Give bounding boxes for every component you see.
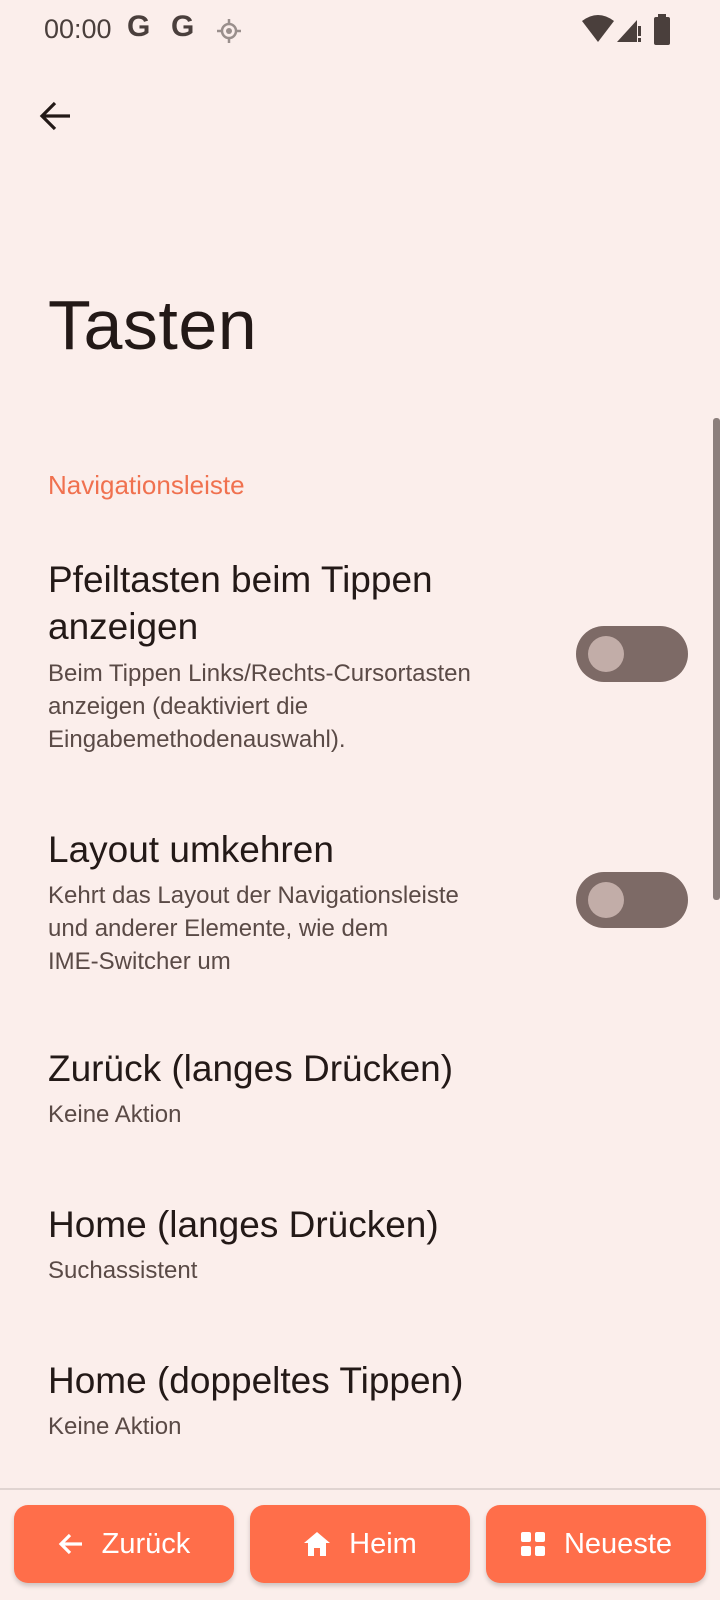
- page-title: Tasten: [48, 286, 258, 364]
- recent-button-label: Neueste: [563, 1527, 672, 1560]
- pref-arrow-keys[interactable]: Pfeiltasten beim Tippen anzeigen Beim Ti…: [0, 556, 720, 756]
- wifi-icon: [582, 15, 614, 42]
- pref-summary-line: Beim Tippen Links/Rechts-Cursortasten: [48, 660, 471, 687]
- recents-grid-icon: [520, 1531, 546, 1557]
- location-icon: [217, 19, 241, 43]
- pref-summary-line: anzeigen (deaktiviert die: [48, 693, 309, 720]
- pref-title: Layout umkehren: [48, 829, 334, 870]
- status-time: 00:00: [44, 14, 112, 44]
- back-button-label: Zurück: [101, 1527, 191, 1560]
- pref-summary: Keine Aktion: [48, 1101, 182, 1128]
- pref-summary-line: und anderer Elemente, wie dem: [48, 915, 389, 942]
- pref-summary: Keine Aktion: [48, 1413, 182, 1440]
- pref-summary: Suchassistent: [48, 1257, 198, 1284]
- home-button[interactable]: Heim: [250, 1505, 470, 1583]
- pref-title: Zurück (langes Drücken): [48, 1048, 454, 1089]
- recent-button[interactable]: Neueste: [486, 1505, 706, 1583]
- pref-back-long-press[interactable]: Zurück (langes Drücken) Keine Aktion: [0, 1045, 720, 1135]
- bottom-divider: [0, 1488, 720, 1490]
- invert-layout-switch[interactable]: [576, 872, 688, 928]
- arrow-left-icon: [58, 1531, 84, 1557]
- google-icon: G: [171, 10, 195, 43]
- section-header: Navigationsleiste: [48, 470, 245, 500]
- pref-title: Home (doppeltes Tippen): [48, 1360, 464, 1401]
- pref-summary-line: Kehrt das Layout der Navigationsleiste: [48, 882, 459, 909]
- pref-title: Home (langes Drücken): [48, 1204, 439, 1245]
- switch-thumb: [588, 882, 624, 918]
- pref-summary-line: Eingabemethodenauswahl).: [48, 726, 346, 753]
- pref-title-line: Pfeiltasten beim Tippen: [48, 559, 433, 600]
- pref-home-double-tap[interactable]: Home (doppeltes Tippen) Keine Aktion: [0, 1357, 720, 1447]
- home-button-label: Heim: [349, 1527, 417, 1560]
- signal-icon: [617, 20, 641, 42]
- google-icon: G: [127, 10, 151, 43]
- pref-invert-layout[interactable]: Layout umkehren Kehrt das Layout der Nav…: [0, 826, 720, 986]
- home-icon: [303, 1531, 331, 1557]
- battery-icon: [654, 14, 670, 45]
- settings-screen: 00:00 G G Tasten Navigationsleiste Pfeil…: [0, 0, 720, 1600]
- pref-home-long-press[interactable]: Home (langes Drücken) Suchassistent: [0, 1201, 720, 1291]
- back-arrow-icon[interactable]: [36, 96, 76, 136]
- status-bar: 00:00 G G: [0, 0, 720, 62]
- back-button[interactable]: Zurück: [14, 1505, 234, 1583]
- pref-title: Pfeiltasten beim Tippen anzeigen: [48, 556, 433, 650]
- arrow-keys-switch[interactable]: [576, 626, 688, 682]
- pref-summary: Kehrt das Layout der Navigationsleiste u…: [48, 879, 459, 978]
- pref-summary-line: IME-Switcher um: [48, 948, 231, 975]
- switch-thumb: [588, 636, 624, 672]
- pref-summary: Beim Tippen Links/Rechts-Cursortasten an…: [48, 657, 471, 756]
- pref-title-line: anzeigen: [48, 606, 199, 647]
